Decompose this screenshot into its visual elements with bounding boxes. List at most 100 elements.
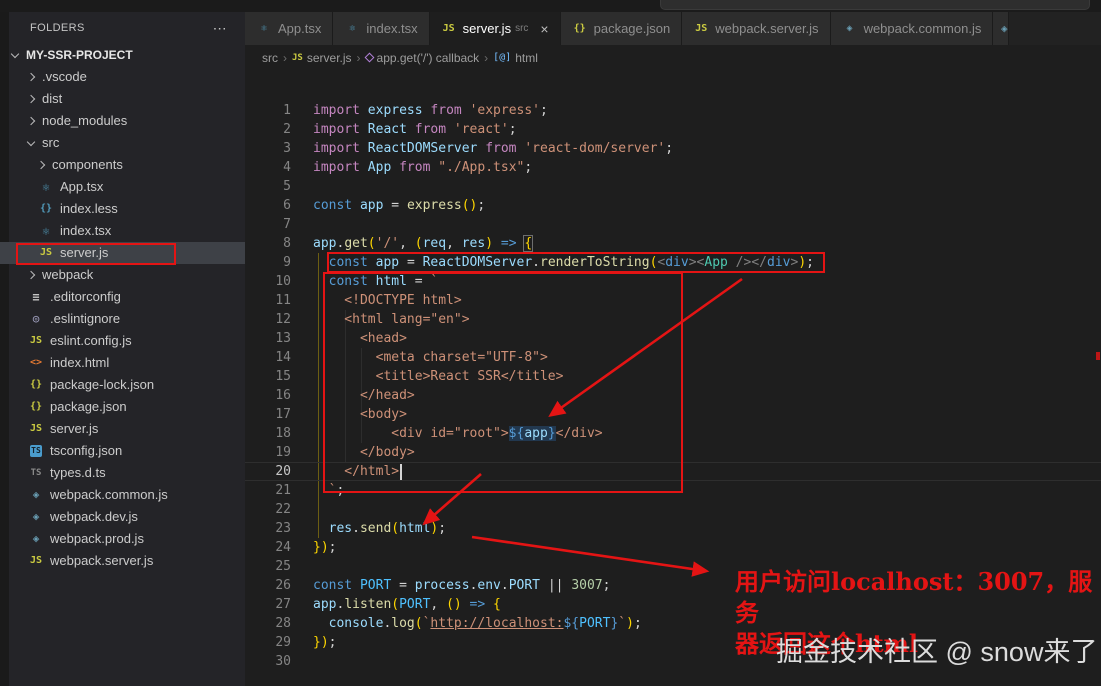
sidebar-item-src[interactable]: src xyxy=(0,132,245,154)
sidebar-item-index.tsx[interactable]: ⚛ index.tsx xyxy=(0,220,245,242)
sidebar-item-package.json[interactable]: {} package.json xyxy=(0,396,245,418)
token: import xyxy=(313,103,368,118)
code-text: import React from 'react'; xyxy=(313,122,517,137)
chevron-down-icon xyxy=(10,49,20,58)
breadcrumb-item-3[interactable]: app.get('/') callback xyxy=(364,51,479,65)
tab-index.tsx[interactable]: ⚛ index.tsx xyxy=(333,12,430,45)
code-line-6[interactable]: 6 const app = express(); xyxy=(245,196,1101,215)
more-actions-icon[interactable]: ⋯ xyxy=(213,12,227,44)
code-line-19[interactable]: 19 </body> xyxy=(245,443,1101,462)
line-number: 25 xyxy=(275,559,291,574)
sidebar-item-node_modules[interactable]: node_modules xyxy=(0,110,245,132)
sidebar-item-types.d.ts[interactable]: TS types.d.ts xyxy=(0,462,245,484)
code-line-15[interactable]: 15 <title>React SSR</title> xyxy=(245,367,1101,386)
sidebar-item-.vscode[interactable]: .vscode xyxy=(0,66,245,88)
sidebar-item-webpack.dev.js[interactable]: ◈ webpack.dev.js xyxy=(0,506,245,528)
code-line-21[interactable]: 21 `; xyxy=(245,481,1101,500)
token: . xyxy=(532,255,540,270)
sidebar-item-eslint.config.js[interactable]: JS eslint.config.js xyxy=(0,330,245,352)
js-icon: JS xyxy=(292,52,303,63)
sidebar-item-webpack.server.js[interactable]: JS webpack.server.js xyxy=(0,550,245,572)
code-line-16[interactable]: 16 </head> xyxy=(245,386,1101,405)
tab-webpack.common.js[interactable]: ◈ webpack.common.js xyxy=(830,12,994,45)
sidebar-item-webpack[interactable]: webpack xyxy=(0,264,245,286)
token: env xyxy=(477,578,501,593)
token: = xyxy=(399,578,415,593)
code-line-8[interactable]: 8 app.get('/', (req, res) => { xyxy=(245,234,1101,253)
file-label: types.d.ts xyxy=(50,465,106,480)
tab-close-icon[interactable]: × xyxy=(540,22,548,36)
code-line-2[interactable]: 2 import React from 'react'; xyxy=(245,120,1101,139)
tab-partial[interactable]: ◈ xyxy=(993,12,1010,45)
line-number: 21 xyxy=(275,483,291,498)
tab-server.js[interactable]: JS server.js src × xyxy=(429,12,561,45)
token: from xyxy=(485,141,525,156)
sidebar-item-tsconfig.json[interactable]: TS tsconfig.json xyxy=(0,440,245,462)
sidebar-item-components[interactable]: components xyxy=(0,154,245,176)
code-line-9[interactable]: 9 const app = ReactDOMServer.renderToStr… xyxy=(245,253,1101,272)
line-number: 24 xyxy=(275,540,291,555)
token: App xyxy=(367,160,400,175)
breadcrumb-label: server.js xyxy=(306,50,352,65)
tab-package.json[interactable]: {} package.json xyxy=(560,12,683,45)
titlebar-search-box[interactable] xyxy=(660,0,1090,10)
code-line-13[interactable]: 13 <head> xyxy=(245,329,1101,348)
code-line-3[interactable]: 3 import ReactDOMServer from 'react-dom/s… xyxy=(245,139,1101,158)
code-line-22[interactable]: 22 xyxy=(245,500,1101,519)
token: ; xyxy=(336,483,345,498)
code-line-17[interactable]: 17 <body> xyxy=(245,405,1101,424)
code-line-23[interactable]: 23 res.send(html); xyxy=(245,519,1101,538)
code-text: import express from 'express'; xyxy=(313,103,548,118)
token: => xyxy=(461,597,494,612)
code-line-18[interactable]: 18 <div id="root">${app}</div> xyxy=(245,424,1101,443)
line-number: 12 xyxy=(275,312,291,327)
js-icon: JS xyxy=(695,23,708,34)
sidebar-item-index.html[interactable]: <> index.html xyxy=(0,352,245,374)
token: => xyxy=(493,236,525,251)
sidebar-item-server.js[interactable]: JS server.js xyxy=(0,242,245,264)
token: ; xyxy=(477,198,486,213)
breadcrumb-item-2[interactable]: JS server.js xyxy=(292,51,352,65)
line-number: 16 xyxy=(275,388,291,403)
token: const xyxy=(328,274,376,289)
sidebar-item-dist[interactable]: dist xyxy=(0,88,245,110)
breadcrumb-item-1[interactable]: src xyxy=(262,51,278,65)
token: ` xyxy=(430,274,439,289)
code-line-4[interactable]: 4 import App from "./App.tsx"; xyxy=(245,158,1101,177)
breadcrumb-item-4[interactable]: [@] html xyxy=(493,51,538,65)
file-label: App.tsx xyxy=(60,179,104,194)
file-label: node_modules xyxy=(42,113,128,128)
token: () xyxy=(446,597,462,612)
token: ; xyxy=(540,103,548,118)
token: </ xyxy=(751,255,767,270)
chevron-right-icon xyxy=(36,160,46,170)
sidebar-item-App.tsx[interactable]: ⚛ App.tsx xyxy=(0,176,245,198)
token: { xyxy=(493,597,501,612)
code-line-14[interactable]: 14 <meta charset="UTF-8"> xyxy=(245,348,1101,367)
code-line-7[interactable]: 7 xyxy=(245,215,1101,234)
tree-root-my-ssr-project[interactable]: MY-SSR-PROJECT xyxy=(0,44,245,66)
tab-webpack.server.js[interactable]: JS webpack.server.js xyxy=(682,12,831,45)
sidebar-item-.eslintignore[interactable]: ◎ .eslintignore xyxy=(0,308,245,330)
code-line-1[interactable]: 1 import express from 'express'; xyxy=(245,101,1101,120)
sidebar-item-webpack.common.js[interactable]: ◈ webpack.common.js xyxy=(0,484,245,506)
token: process xyxy=(414,578,470,593)
token: <head> xyxy=(313,331,407,346)
tab-App.tsx[interactable]: ⚛ App.tsx xyxy=(245,12,334,45)
code-text: <div id="root">${app}</div> xyxy=(313,426,603,441)
code-text: <!DOCTYPE html> xyxy=(313,293,461,308)
token: >< xyxy=(688,255,705,270)
sidebar-item-.editorconfig[interactable]: ≡ .editorconfig xyxy=(0,286,245,308)
code-line-20[interactable]: 20 </html> xyxy=(245,462,1101,481)
code-line-10[interactable]: 10 const html = ` xyxy=(245,272,1101,291)
code-line-24[interactable]: 24}); xyxy=(245,538,1101,557)
token: ; xyxy=(328,635,337,650)
code-line-12[interactable]: 12 <html lang="en"> xyxy=(245,310,1101,329)
code-line-11[interactable]: 11 <!DOCTYPE html> xyxy=(245,291,1101,310)
code-line-5[interactable]: 5 xyxy=(245,177,1101,196)
sidebar-item-server.js[interactable]: JS server.js xyxy=(0,418,245,440)
sidebar-item-webpack.prod.js[interactable]: ◈ webpack.prod.js xyxy=(0,528,245,550)
sidebar-item-index.less[interactable]: {} index.less xyxy=(0,198,245,220)
sidebar-item-package-lock.json[interactable]: {} package-lock.json xyxy=(0,374,245,396)
